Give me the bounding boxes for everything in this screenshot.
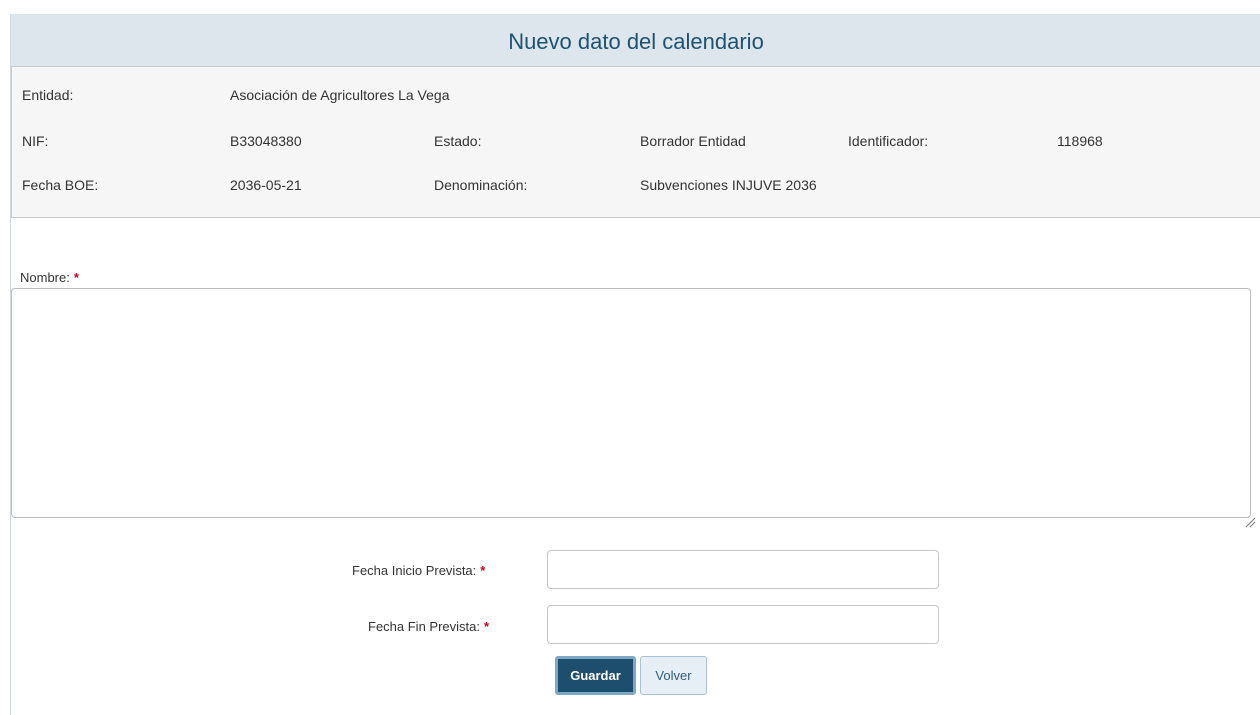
fecha-inicio-label: Fecha Inicio Prevista: *: [352, 563, 485, 578]
fecha-boe-label: Fecha BOE:: [22, 177, 99, 193]
required-marker: *: [73, 270, 79, 285]
resize-grip-icon[interactable]: [1244, 516, 1256, 528]
fecha-inicio-label-text: Fecha Inicio Prevista:: [352, 563, 477, 578]
save-button[interactable]: Guardar: [555, 656, 636, 695]
estado-value: Borrador Entidad: [640, 133, 746, 149]
fecha-fin-label-text: Fecha Fin Prevista:: [368, 619, 480, 634]
fecha-fin-label: Fecha Fin Prevista: *: [368, 619, 489, 634]
nombre-label-text: Nombre:: [20, 270, 70, 285]
nif-value: B33048380: [230, 133, 302, 149]
nombre-textarea[interactable]: [11, 288, 1251, 518]
denominacion-value: Subvenciones INJUVE 2036: [640, 177, 817, 193]
nif-label: NIF:: [22, 133, 49, 149]
required-marker: *: [480, 563, 486, 578]
denominacion-label: Denominación:: [434, 177, 528, 193]
required-marker: *: [484, 619, 490, 634]
entity-info-panel: Entidad: Asociación de Agricultores La V…: [11, 66, 1260, 218]
entidad-value: Asociación de Agricultores La Vega: [230, 87, 450, 103]
identificador-label: Identificador:: [848, 133, 929, 149]
entidad-label: Entidad:: [22, 87, 74, 103]
page-header: Nuevo dato del calendario: [11, 14, 1260, 70]
fecha-fin-input[interactable]: [547, 605, 939, 644]
nombre-label: Nombre: *: [20, 270, 79, 285]
estado-label: Estado:: [434, 133, 482, 149]
fecha-boe-value: 2036-05-21: [230, 177, 302, 193]
page-title: Nuevo dato del calendario: [508, 28, 764, 54]
back-button[interactable]: Volver: [640, 656, 707, 695]
fecha-inicio-input[interactable]: [547, 550, 939, 589]
identificador-value: 118968: [1057, 133, 1103, 149]
